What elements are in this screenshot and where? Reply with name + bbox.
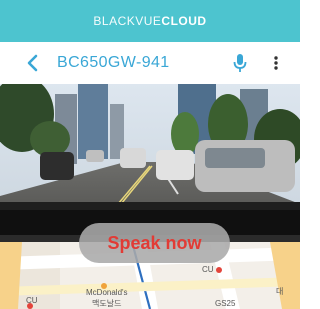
map-label-gs25: GS25: [215, 299, 236, 308]
microphone-button[interactable]: [230, 52, 250, 74]
device-name: BC650GW-941: [57, 54, 170, 71]
dashcam-scene: [0, 84, 300, 242]
back-button[interactable]: [22, 52, 42, 74]
device-bar: BC650GW-941: [0, 42, 300, 84]
microphone-icon: [233, 54, 247, 72]
brand-logo-light: BLACKVUE: [93, 14, 162, 28]
map-label-mcdonalds-korean: 맥도날드: [92, 299, 122, 308]
app-header: BLACKVUECLOUD: [0, 0, 300, 42]
map-label-cu-right: CU: [202, 265, 214, 274]
map-label-mcdonalds: McDonald's: [86, 288, 128, 297]
brand-logo: BLACKVUECLOUD: [93, 14, 206, 28]
chevron-left-icon: [27, 54, 38, 72]
more-options-button[interactable]: [268, 52, 284, 74]
dashcam-video[interactable]: [0, 84, 300, 242]
more-vertical-icon: [274, 56, 278, 70]
map-label-cu-left: CU: [26, 296, 38, 305]
speak-now-label: Speak now: [107, 232, 202, 253]
map-label-korean-right: 대: [276, 287, 284, 296]
speak-now-prompt: Speak now: [79, 223, 230, 263]
brand-logo-bold: CLOUD: [161, 14, 207, 28]
